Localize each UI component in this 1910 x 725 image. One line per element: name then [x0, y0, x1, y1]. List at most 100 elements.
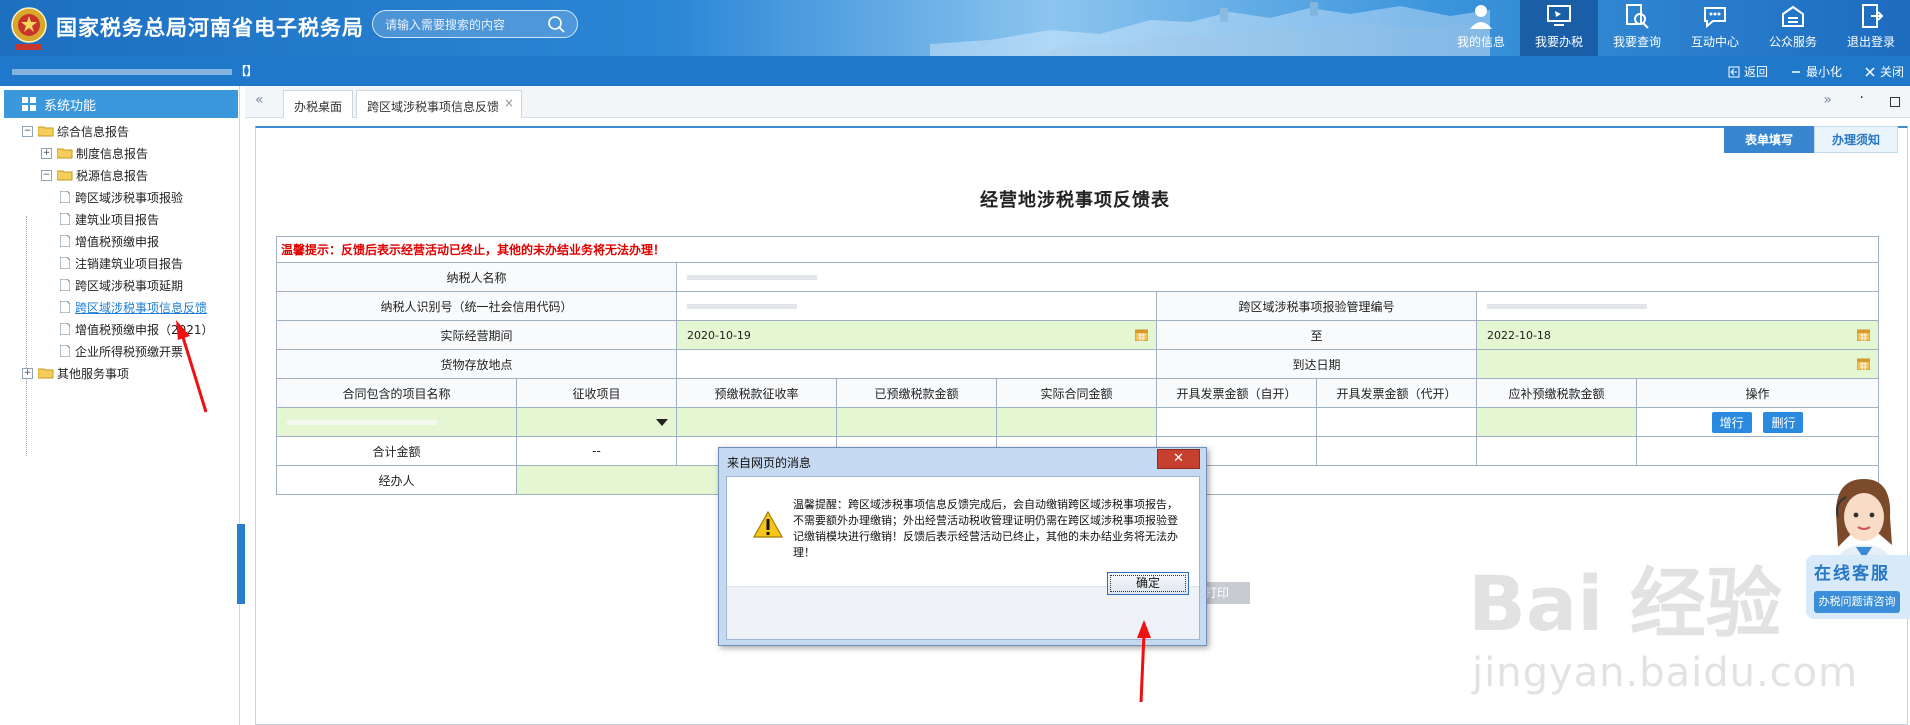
document-icon	[60, 235, 70, 247]
dialog-title: 来自网页的消息	[727, 456, 812, 470]
close-icon	[1865, 66, 1875, 77]
tree-item-cross-region-extension[interactable]: 跨区域涉税事项延期	[60, 274, 183, 296]
nav-logout[interactable]: 退出登录	[1832, 0, 1910, 56]
minimize-icon	[1791, 70, 1800, 73]
tree-item-comprehensive-report[interactable]: − 综合信息报告	[22, 120, 129, 142]
mgmt-no-field[interactable]	[1475, 291, 1880, 321]
col-header-supplement: 应补预缴税款金额	[1476, 378, 1637, 408]
maximize-icon[interactable]	[1890, 97, 1900, 107]
collect-item-select[interactable]	[516, 407, 677, 437]
tab-cross-region-feedback[interactable]: 跨区域涉税事项信息反馈 ×	[356, 90, 523, 118]
tree-item-cross-region-feedback[interactable]: 跨区域涉税事项信息反馈	[60, 296, 207, 318]
col-header-invoice-self: 开具发票金额（自开）	[1156, 378, 1317, 408]
period-start-field[interactable]: 2020-10-19	[676, 320, 1157, 350]
nav-label: 公众服务	[1768, 35, 1817, 49]
tree-label: 其他服务事项	[57, 366, 130, 381]
tree-item-other-services[interactable]: + 其他服务事项	[22, 362, 129, 384]
folder-icon	[57, 148, 73, 159]
online-service-panel[interactable]: 在线客服 办税问题请咨询	[1806, 555, 1910, 619]
sidebar-header: 系统功能	[4, 90, 238, 118]
search-input[interactable]	[385, 16, 545, 34]
close-label: 关闭	[1879, 65, 1904, 79]
document-icon	[60, 257, 70, 269]
collapse-icon[interactable]: −	[41, 169, 52, 181]
rate-field[interactable]	[676, 407, 837, 437]
total-cell	[1476, 436, 1637, 466]
tree-label: 企业所得税预缴开票	[75, 344, 184, 359]
nav-query[interactable]: 我要查询	[1598, 0, 1676, 56]
col-header-project: 合同包含的项目名称	[276, 378, 517, 408]
tree-item-system-report[interactable]: + 制度信息报告	[41, 142, 148, 164]
delete-row-button[interactable]: 删行	[1763, 411, 1804, 433]
tax-emblem-icon	[11, 7, 47, 50]
supplement-field[interactable]	[1476, 407, 1637, 437]
folder-open-icon	[57, 170, 73, 181]
nav-label: 我要查询	[1612, 35, 1661, 49]
invoice-agent-field[interactable]	[1316, 407, 1477, 437]
online-service-button[interactable]: 办税问题请咨询	[1814, 591, 1900, 613]
dialog-ok-button[interactable]: 确定	[1107, 572, 1189, 595]
col-header-contract-amount: 实际合同金额	[996, 378, 1157, 408]
search-icon[interactable]	[547, 15, 567, 35]
nav-my-info[interactable]: 我的信息	[1442, 0, 1520, 56]
folder-icon	[38, 368, 54, 379]
dialog-close-button[interactable]: ✕	[1157, 449, 1200, 469]
red-arrow-annotation	[1137, 620, 1151, 703]
tab-menu-icon[interactable]: ·	[1860, 90, 1864, 106]
project-name-field[interactable]	[276, 407, 517, 437]
expand-icon[interactable]: +	[22, 367, 33, 379]
service-icon	[1782, 5, 1804, 27]
tree-item-cancel-construction[interactable]: 注销建筑业项目报告	[60, 252, 183, 274]
taxpayer-id-field[interactable]	[676, 291, 1157, 321]
calendar-icon[interactable]	[1857, 358, 1871, 370]
tree-label: 跨区域涉税事项信息反馈	[75, 300, 208, 315]
nav-interaction[interactable]: 互动中心	[1676, 0, 1754, 56]
goods-place-field[interactable]	[676, 349, 1157, 379]
tab-scroll-left-icon[interactable]: «	[255, 92, 264, 108]
user-icon	[1470, 5, 1492, 29]
subtab-instructions[interactable]: 办理须知	[1814, 126, 1898, 153]
arrival-date-field[interactable]	[1475, 349, 1880, 379]
invoice-self-field[interactable]	[1156, 407, 1317, 437]
dialog-body: 温馨提醒：跨区域涉税事项信息反馈完成后，会自动缴销跨区域涉税事项报告，不需要额外…	[726, 476, 1200, 640]
sidebar-splitter[interactable]	[237, 524, 245, 604]
col-header-operation: 操作	[1635, 378, 1880, 408]
alert-dialog: 来自网页的消息 ✕ 温馨提醒：跨区域涉税事项信息反馈完成后，会自动缴销跨区域涉税…	[718, 447, 1207, 646]
site-header: 国家税务总局河南省电子税务局 我的信息 我要办税 我要查询 互动中心 公众服务	[0, 0, 1910, 56]
minimize-button[interactable]: 最小化	[1790, 63, 1842, 80]
contract-amount-field[interactable]	[996, 407, 1157, 437]
collapse-icon[interactable]: −	[22, 125, 33, 137]
operation-cell: 增行 删行	[1635, 407, 1880, 437]
prepaid-field[interactable]	[836, 407, 997, 437]
warning-hint: 温馨提示：反馈后表示经营活动已终止，其他的未办结业务将无法办理！	[275, 236, 1880, 263]
site-title: 国家税务总局河南省电子税务局	[56, 16, 364, 40]
taxpayer-name-field[interactable]	[675, 262, 1880, 292]
monitor-icon	[1547, 5, 1571, 26]
expand-icon[interactable]: +	[41, 147, 52, 159]
col-header-prepaid: 已预缴税款金额	[836, 378, 997, 408]
top-navigation: 我的信息 我要办税 我要查询 互动中心 公众服务 退出登录	[1442, 0, 1910, 56]
tab-scroll-right-icon[interactable]: »	[1823, 92, 1832, 108]
nav-tax-handling[interactable]: 我要办税	[1520, 0, 1598, 56]
calendar-icon[interactable]	[1135, 329, 1148, 341]
calendar-icon[interactable]	[1857, 329, 1871, 341]
tab-tax-desktop[interactable]: 办税桌面	[283, 90, 354, 118]
close-button[interactable]: 关闭	[1864, 63, 1904, 80]
tab-label: 跨区域涉税事项信息反馈	[367, 100, 500, 114]
user-bar: 【】 返回 最小化 关闭	[0, 56, 1910, 86]
add-row-button[interactable]: 增行	[1711, 411, 1752, 433]
total-collect-value: --	[516, 436, 677, 466]
dropdown-arrow-icon	[656, 419, 668, 426]
great-wall-banner	[930, 2, 1490, 56]
tree-item-tax-source-report[interactable]: − 税源信息报告	[41, 164, 148, 186]
period-end-field[interactable]: 2022-10-18	[1475, 320, 1880, 350]
back-button[interactable]: 返回	[1728, 63, 1768, 80]
subtab-form-fill[interactable]: 表单填写	[1724, 126, 1814, 153]
back-icon	[1728, 66, 1740, 77]
handler-date-field[interactable]: 15	[1155, 465, 1880, 495]
window-controls: 返回 最小化 关闭	[1706, 63, 1904, 80]
tree-item-income-tax-invoice[interactable]: 企业所得税预缴开票	[60, 340, 183, 362]
tree-item-vat-prepay[interactable]: 增值税预缴申报	[60, 230, 159, 252]
tab-close-icon[interactable]: ×	[504, 96, 514, 110]
nav-public-service[interactable]: 公众服务	[1754, 0, 1832, 56]
